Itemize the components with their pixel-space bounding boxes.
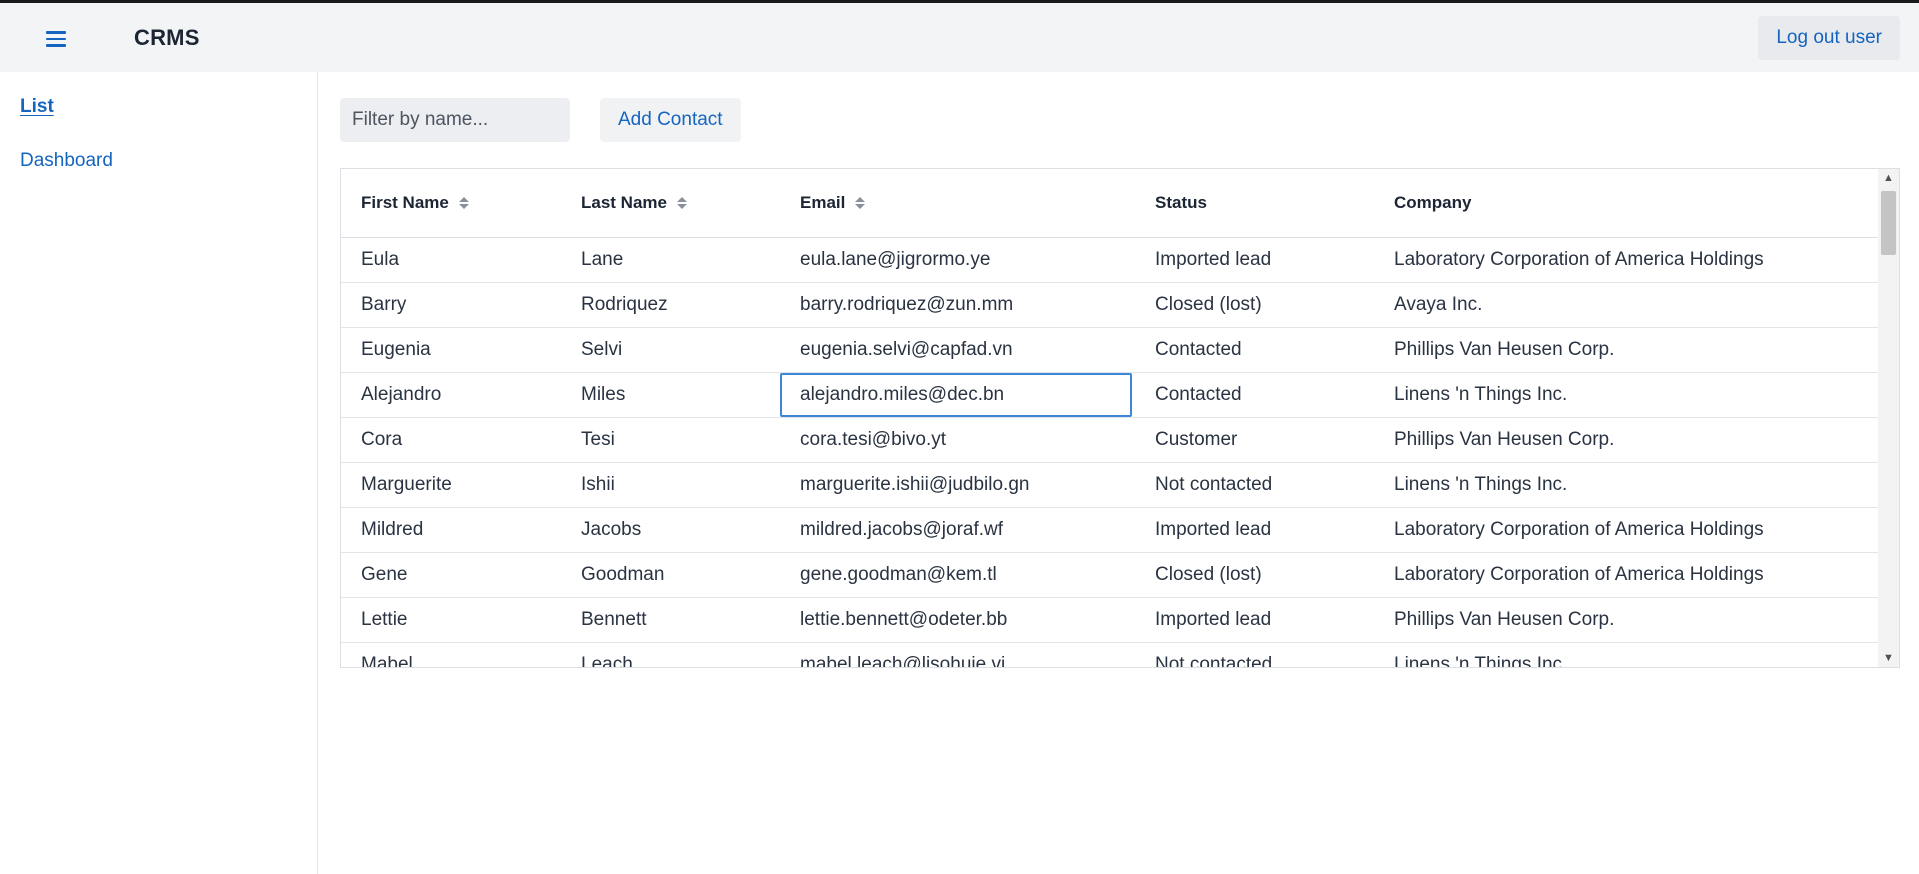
hamburger-menu-icon[interactable] bbox=[40, 23, 72, 55]
sidebar-item-dashboard[interactable]: Dashboard bbox=[20, 150, 113, 172]
cell-last-name[interactable]: Goodman bbox=[581, 553, 664, 597]
logout-button[interactable]: Log out user bbox=[1758, 16, 1900, 60]
cell-status[interactable]: Not contacted bbox=[1155, 643, 1272, 667]
cell-status[interactable]: Contacted bbox=[1155, 328, 1242, 372]
sort-arrows-icon[interactable] bbox=[676, 197, 687, 209]
column-header-first-name[interactable]: First Name bbox=[361, 169, 469, 237]
table-row[interactable]: Lettie Bennett lettie.bennett@odeter.bb Imp… bbox=[341, 598, 1878, 643]
cell-last-name[interactable]: Lane bbox=[581, 238, 623, 282]
cell-first-name[interactable]: Alejandro bbox=[361, 373, 441, 417]
cell-last-name[interactable]: Ishii bbox=[581, 463, 615, 507]
grid-header: First Name Last Name Email Status Company bbox=[341, 169, 1878, 238]
scroll-thumb[interactable] bbox=[1881, 191, 1896, 255]
chevron-down-icon[interactable]: ▼ bbox=[1878, 649, 1899, 667]
cell-company[interactable]: Linens 'n Things Inc. bbox=[1394, 373, 1567, 417]
column-header-label: Last Name bbox=[581, 193, 667, 212]
cell-first-name[interactable]: Marguerite bbox=[361, 463, 452, 507]
cell-first-name[interactable]: Gene bbox=[361, 553, 407, 597]
cell-first-name[interactable]: Mildred bbox=[361, 508, 423, 552]
top-bar: CRMS Log out user bbox=[0, 0, 1919, 72]
cell-status[interactable]: Closed (lost) bbox=[1155, 553, 1262, 597]
cell-status[interactable]: Not contacted bbox=[1155, 463, 1272, 507]
chevron-up-icon[interactable]: ▲ bbox=[1878, 169, 1899, 187]
cell-first-name[interactable]: Mabel bbox=[361, 643, 413, 667]
cell-last-name[interactable]: Jacobs bbox=[581, 508, 641, 552]
table-row[interactable]: Mabel Leach mabel.leach@lisohuje.vi Not con… bbox=[341, 643, 1878, 667]
cell-first-name[interactable]: Eugenia bbox=[361, 328, 431, 372]
cell-email[interactable]: lettie.bennett@odeter.bb bbox=[800, 598, 1007, 642]
filter-input[interactable] bbox=[340, 98, 570, 142]
cell-last-name[interactable]: Selvi bbox=[581, 328, 622, 372]
cell-company[interactable]: Avaya Inc. bbox=[1394, 283, 1482, 327]
cell-email[interactable]: marguerite.ishii@judbilo.gn bbox=[800, 463, 1029, 507]
cell-last-name[interactable]: Tesi bbox=[581, 418, 615, 462]
cell-email[interactable]: eula.lane@jigrormo.ye bbox=[800, 238, 990, 282]
cell-email[interactable]: gene.goodman@kem.tl bbox=[800, 553, 997, 597]
sort-arrows-icon[interactable] bbox=[855, 197, 866, 209]
column-header-last-name[interactable]: Last Name bbox=[581, 169, 687, 237]
cell-last-name[interactable]: Bennett bbox=[581, 598, 647, 642]
cell-status[interactable]: Imported lead bbox=[1155, 508, 1271, 552]
contacts-grid: First Name Last Name Email Status Company Eu… bbox=[340, 168, 1900, 668]
grid-scrollbar[interactable]: ▲ ▼ bbox=[1878, 169, 1899, 667]
column-header-label: Company bbox=[1394, 193, 1472, 212]
table-row[interactable]: Eugenia Selvi eugenia.selvi@capfad.vn Conta… bbox=[341, 328, 1878, 373]
table-row[interactable]: Mildred Jacobs mildred.jacobs@joraf.wf Impo… bbox=[341, 508, 1878, 553]
column-header-label: First Name bbox=[361, 193, 449, 212]
table-row[interactable]: Eula Lane eula.lane@jigrormo.ye Imported le… bbox=[341, 238, 1878, 283]
cell-first-name[interactable]: Cora bbox=[361, 418, 402, 462]
table-row[interactable]: Barry Rodriquez barry.rodriquez@zun.mm Clos… bbox=[341, 283, 1878, 328]
column-header-label: Status bbox=[1155, 193, 1207, 212]
cell-first-name[interactable]: Barry bbox=[361, 283, 406, 327]
cell-email[interactable]: cora.tesi@bivo.yt bbox=[800, 418, 946, 462]
table-row[interactable]: Alejandro Miles alejandro.miles@dec.bn Cont… bbox=[341, 373, 1878, 418]
table-row[interactable]: Marguerite Ishii marguerite.ishii@judbilo.… bbox=[341, 463, 1878, 508]
cell-last-name[interactable]: Rodriquez bbox=[581, 283, 668, 327]
sidebar: List Dashboard bbox=[0, 72, 318, 874]
column-header-status: Status bbox=[1155, 169, 1207, 237]
cell-email[interactable]: alejandro.miles@dec.bn bbox=[780, 373, 1132, 417]
cell-company[interactable]: Phillips Van Heusen Corp. bbox=[1394, 418, 1614, 462]
cell-email[interactable]: mabel.leach@lisohuje.vi bbox=[800, 643, 1005, 667]
add-contact-button[interactable]: Add Contact bbox=[600, 98, 741, 142]
cell-last-name[interactable]: Miles bbox=[581, 373, 625, 417]
cell-company[interactable]: Laboratory Corporation of America Holdin… bbox=[1394, 553, 1764, 597]
cell-status[interactable]: Customer bbox=[1155, 418, 1237, 462]
table-row[interactable]: Gene Goodman gene.goodman@kem.tl Closed (lo… bbox=[341, 553, 1878, 598]
cell-company[interactable]: Laboratory Corporation of America Holdin… bbox=[1394, 238, 1764, 282]
column-header-company: Company bbox=[1394, 169, 1471, 237]
table-row[interactable]: Cora Tesi cora.tesi@bivo.yt Customer Phillip… bbox=[341, 418, 1878, 463]
column-header-label: Email bbox=[800, 193, 846, 212]
cell-first-name[interactable]: Eula bbox=[361, 238, 399, 282]
column-header-email[interactable]: Email bbox=[800, 169, 866, 237]
app-title: CRMS bbox=[134, 25, 200, 50]
sidebar-item-list[interactable]: List bbox=[20, 96, 54, 118]
cell-company[interactable]: Linens 'n Things Inc. bbox=[1394, 643, 1567, 667]
cell-email[interactable]: eugenia.selvi@capfad.vn bbox=[800, 328, 1013, 372]
cell-last-name[interactable]: Leach bbox=[581, 643, 633, 667]
sort-arrows-icon[interactable] bbox=[458, 197, 469, 209]
cell-email[interactable]: barry.rodriquez@zun.mm bbox=[800, 283, 1013, 327]
cell-company[interactable]: Linens 'n Things Inc. bbox=[1394, 463, 1567, 507]
cell-status[interactable]: Imported lead bbox=[1155, 238, 1271, 282]
cell-status[interactable]: Imported lead bbox=[1155, 598, 1271, 642]
cell-company[interactable]: Phillips Van Heusen Corp. bbox=[1394, 328, 1614, 372]
cell-status[interactable]: Closed (lost) bbox=[1155, 283, 1262, 327]
cell-company[interactable]: Laboratory Corporation of America Holdin… bbox=[1394, 508, 1764, 552]
cell-email[interactable]: mildred.jacobs@joraf.wf bbox=[800, 508, 1003, 552]
cell-company[interactable]: Phillips Van Heusen Corp. bbox=[1394, 598, 1614, 642]
cell-status[interactable]: Contacted bbox=[1155, 373, 1242, 417]
cell-first-name[interactable]: Lettie bbox=[361, 598, 407, 642]
